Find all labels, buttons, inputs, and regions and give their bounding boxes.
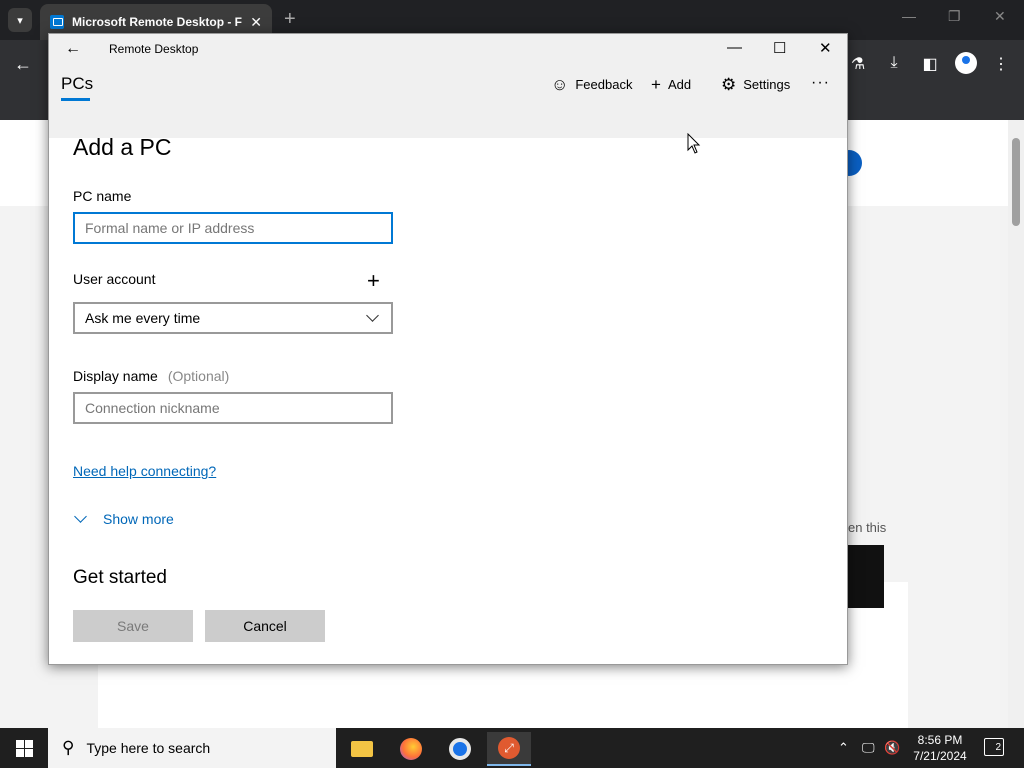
back-arrow-icon[interactable]: ← — [65, 40, 81, 58]
windows-start-icon[interactable] — [16, 740, 33, 757]
taskbar-clock[interactable]: 8:56 PM 7/21/2024 — [905, 732, 975, 764]
show-hidden-icons-chevron-icon[interactable]: ⌃ — [838, 740, 849, 756]
chevron-down-icon — [366, 309, 379, 322]
smiley-icon: ☺ — [551, 75, 569, 94]
tab-selected-indicator — [61, 98, 90, 101]
display-name-label-text: Display name — [73, 368, 158, 384]
more-options-icon[interactable]: ··· — [811, 74, 830, 92]
gear-icon: ⚙ — [721, 75, 737, 94]
web-partial-text: en this — [848, 520, 887, 535]
add-label: Add — [667, 77, 692, 92]
pc-name-placeholder: Formal name or IP address — [85, 220, 255, 236]
tab-pcs[interactable]: PCs — [61, 74, 93, 94]
browser-restore-icon[interactable]: ❐ — [948, 8, 961, 25]
browser-menu-icon[interactable]: ⋮ — [991, 54, 1011, 74]
show-more-toggle[interactable]: Show more — [73, 510, 174, 527]
new-tab-button[interactable]: + — [284, 9, 296, 29]
window-title: Remote Desktop — [109, 42, 199, 56]
notification-count: 2 — [995, 742, 1001, 753]
get-started-heading: Get started — [73, 567, 167, 588]
tab-list-chevron-icon[interactable]: ▾ — [8, 8, 32, 32]
help-connecting-link[interactable]: Need help connecting? — [73, 463, 216, 479]
browser-close-icon[interactable]: ✕ — [994, 8, 1006, 25]
search-icon: ⚲ — [62, 738, 75, 757]
remote-desktop-app-icon[interactable]: ⤢ — [487, 732, 531, 766]
feedback-button[interactable]: ☺ Feedback — [551, 76, 632, 93]
user-account-label: User account — [73, 271, 156, 287]
settings-label: Settings — [743, 77, 791, 92]
minimize-button[interactable]: — — [727, 39, 742, 56]
search-placeholder: Type here to search — [86, 740, 211, 756]
mouse-cursor-icon — [687, 133, 701, 154]
pc-name-label: PC name — [73, 188, 132, 204]
pc-name-input[interactable]: Formal name or IP address — [73, 212, 393, 244]
remote-desktop-window: ← Remote Desktop — ☐ ✕ PCs ☺ Feedback + … — [48, 33, 848, 665]
firefox-icon[interactable] — [389, 732, 433, 766]
display-name-label: Display name (Optional) — [73, 368, 229, 384]
optional-hint: (Optional) — [167, 368, 230, 384]
network-icon[interactable]: 🖵 — [862, 740, 875, 756]
taskbar-search-box[interactable]: ⚲ Type here to search — [48, 728, 336, 768]
app-nav-bar: PCs ☺ Feedback + Add ⚙ Settings ··· — [49, 66, 847, 138]
tab-close-icon[interactable]: ✕ — [250, 14, 262, 31]
clock-time: 8:56 PM — [917, 733, 963, 747]
maximize-button[interactable]: ☐ — [773, 39, 786, 57]
page-scrollbar[interactable] — [1008, 120, 1024, 728]
scrollbar-thumb[interactable] — [1012, 138, 1020, 226]
notification-center-icon[interactable]: 2 — [984, 738, 1004, 756]
taskbar: ⚲ Type here to search ⤢ ⌃ 🖵 🔇 8:56 PM 7/… — [0, 728, 1024, 768]
remote-desktop-favicon-icon — [50, 15, 64, 29]
page-title: Add a PC — [73, 134, 172, 160]
labs-flask-icon[interactable]: ⚗ — [848, 54, 868, 74]
add-user-account-button[interactable]: + — [367, 270, 380, 292]
display-name-input[interactable]: Connection nickname — [73, 392, 393, 424]
chrome-icon[interactable] — [438, 732, 482, 766]
feedback-label: Feedback — [575, 77, 633, 92]
browser-tab-title: Microsoft Remote Desktop - F — [72, 15, 243, 29]
user-account-value: Ask me every time — [85, 310, 201, 326]
window-titlebar: ← Remote Desktop — ☐ ✕ — [49, 34, 847, 66]
user-account-dropdown[interactable]: Ask me every time — [73, 302, 393, 334]
browser-back-icon[interactable]: ← — [14, 54, 32, 75]
sidebar-icon[interactable]: ◧ — [920, 54, 940, 74]
profile-avatar-icon[interactable] — [955, 52, 977, 74]
file-explorer-icon[interactable] — [340, 732, 384, 766]
plus-icon: + — [651, 75, 661, 94]
browser-minimize-icon[interactable]: — — [902, 8, 916, 24]
show-more-label: Show more — [103, 511, 174, 527]
add-button[interactable]: + Add — [651, 76, 691, 93]
save-button[interactable]: Save — [73, 610, 193, 642]
clock-date: 7/21/2024 — [913, 749, 967, 763]
close-button[interactable]: ✕ — [819, 39, 832, 57]
cancel-button[interactable]: Cancel — [205, 610, 325, 642]
display-name-placeholder: Connection nickname — [85, 400, 220, 416]
volume-muted-icon[interactable]: 🔇 — [884, 740, 900, 756]
settings-button[interactable]: ⚙ Settings — [721, 76, 790, 93]
download-icon[interactable]: ⤓ — [884, 54, 904, 72]
chevron-down-icon — [74, 510, 87, 523]
